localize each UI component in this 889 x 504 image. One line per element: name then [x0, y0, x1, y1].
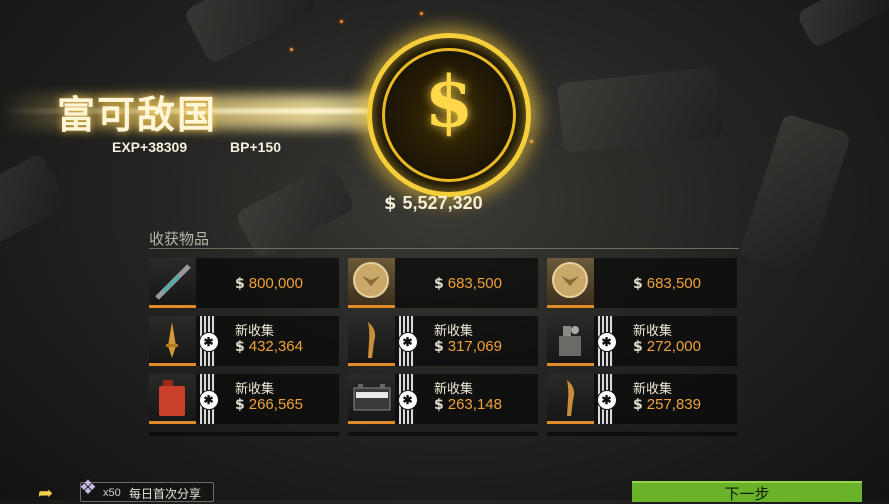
gear-icon: ✱ — [397, 332, 418, 352]
background-shape — [234, 162, 356, 260]
new-collection-label: 新收集 — [434, 381, 474, 396]
fuel-can-item-icon — [149, 374, 196, 424]
item-value: $257,839 — [633, 396, 701, 413]
item-value: $683,500 — [434, 275, 502, 292]
item-card[interactable] — [547, 432, 737, 436]
device-item-icon — [547, 316, 594, 366]
total-amount: 5,527,320 — [402, 193, 483, 213]
item-value: $683,500 — [633, 275, 701, 292]
item-value: $432,364 — [235, 338, 303, 355]
coin-icon: $ — [424, 60, 474, 143]
new-badge: ✱ — [397, 316, 418, 366]
background-shape — [182, 0, 318, 65]
divider — [149, 248, 739, 249]
new-collection-label: 新收集 — [235, 323, 275, 338]
background-shape — [795, 0, 889, 49]
golden-horn-item-icon — [348, 316, 395, 366]
item-card[interactable]: $800,000 — [149, 258, 339, 308]
item-card[interactable] — [149, 432, 339, 436]
new-collection-label: 新收集 — [434, 323, 474, 338]
golden-horn-item-icon — [547, 374, 594, 424]
share-label: 每日首次分享 — [129, 487, 202, 501]
item-card[interactable]: $683,500 — [547, 258, 737, 308]
gear-icon: ✱ — [596, 390, 617, 410]
spark — [420, 12, 423, 15]
share-icon[interactable]: ➦ — [38, 483, 62, 503]
rifle-item-icon — [149, 258, 196, 308]
battery-item-icon — [348, 374, 395, 424]
new-badge: ✱ — [397, 374, 418, 424]
background-shape — [556, 66, 724, 154]
gear-icon: ✱ — [198, 390, 219, 410]
gear-icon: ✱ — [397, 390, 418, 410]
new-collection-label: 新收集 — [633, 323, 673, 338]
item-card[interactable]: ✱ 新收集 $266,565 — [149, 374, 339, 424]
coin-icon: $ — [384, 193, 397, 214]
result-title: 富可敌国 — [57, 95, 218, 137]
item-card[interactable]: $683,500 — [348, 258, 538, 308]
golden-dagger-item-icon — [149, 316, 196, 366]
item-value: $263,148 — [434, 396, 502, 413]
gear-icon: ✱ — [198, 332, 219, 352]
new-badge: ✱ — [596, 374, 617, 424]
section-label: 收获物品 — [149, 231, 210, 248]
item-card[interactable]: ✱ 新收集 $272,000 — [547, 316, 737, 366]
background-shape — [0, 152, 69, 248]
bp-gain: BP+150 — [230, 139, 281, 155]
item-card[interactable]: ✱ 新收集 $432,364 — [149, 316, 339, 366]
item-value: $317,069 — [434, 338, 502, 355]
new-badge: ✱ — [596, 316, 617, 366]
spark — [340, 20, 343, 23]
new-collection-label: 新收集 — [633, 381, 673, 396]
background-shape — [738, 112, 852, 278]
spark — [530, 140, 533, 143]
total-value: $5,527,320 — [384, 193, 483, 214]
item-card[interactable]: ✱ 新收集 $257,839 — [547, 374, 737, 424]
gear-icon: ✱ — [596, 332, 617, 352]
item-card[interactable]: ✱ 新收集 $263,148 — [348, 374, 538, 424]
spark — [290, 48, 293, 51]
gold-coin-emblem: $ — [367, 33, 531, 197]
eagle-coin-item-icon — [547, 258, 594, 308]
new-badge: ✱ — [198, 316, 219, 366]
next-button[interactable]: 下一步 — [632, 481, 862, 503]
eagle-coin-item-icon — [348, 258, 395, 308]
item-card[interactable]: ✱ 新收集 $317,069 — [348, 316, 538, 366]
daily-share-button[interactable]: ❖ x50 每日首次分享 — [79, 477, 214, 502]
exp-gain: EXP+38309 — [112, 139, 188, 155]
share-reward: x50 — [103, 487, 121, 499]
item-value: $272,000 — [633, 338, 701, 355]
new-badge: ✱ — [198, 374, 219, 424]
item-value: $800,000 — [235, 275, 303, 292]
new-collection-label: 新收集 — [235, 381, 275, 396]
item-value: $266,565 — [235, 396, 303, 413]
item-card[interactable] — [348, 432, 538, 436]
items-grid[interactable]: $800,000 $683,500 $683,500 ✱ 新收集 $432,36… — [149, 258, 744, 436]
